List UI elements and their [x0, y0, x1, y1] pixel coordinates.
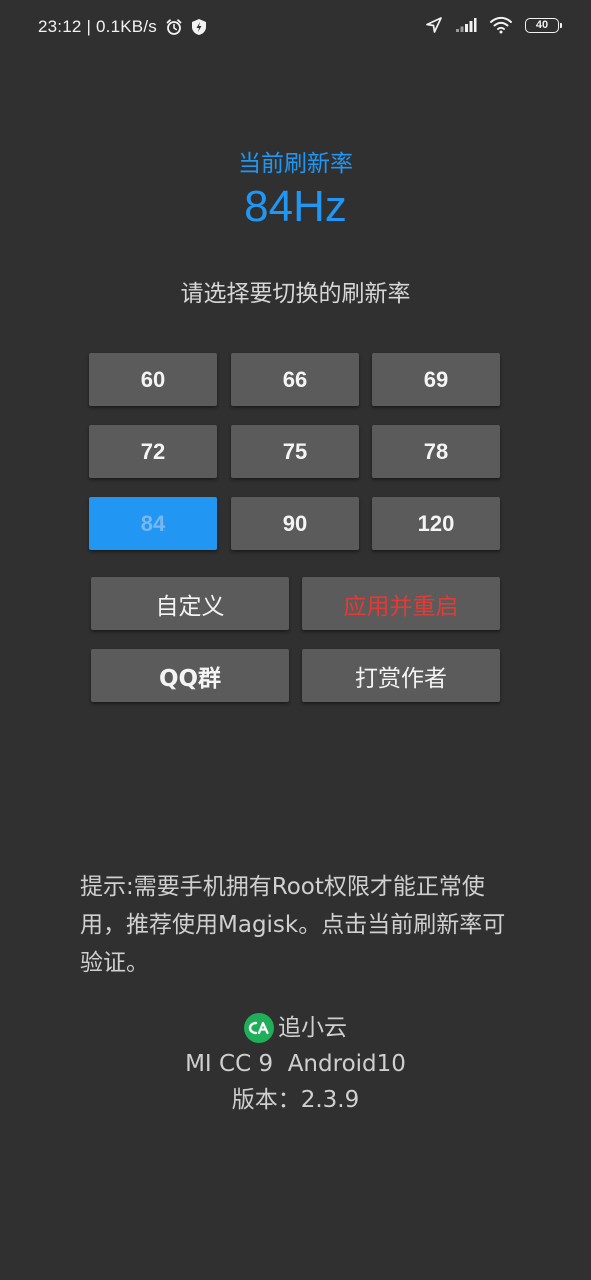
brand-logo-icon — [244, 1013, 274, 1043]
status-right: 40 — [413, 16, 562, 34]
status-time: 23:12 — [38, 17, 82, 36]
wifi-icon — [489, 16, 513, 34]
rate-button-84-selected[interactable]: 84 — [89, 497, 217, 550]
app-screen: 23:12 | 0.1KB/s 40 当前刷新率 84Hz 请选择要切换的刷新率… — [0, 0, 591, 1280]
custom-rate-button[interactable]: 自定义 — [91, 577, 289, 630]
brand[interactable]: 追小云 — [244, 1010, 347, 1046]
alarm-icon — [165, 18, 183, 36]
root-tip-text: 提示:需要手机拥有Root权限才能正常使用，推荐使用Magisk。点击当前刷新率… — [80, 874, 506, 976]
current-rate-label[interactable]: 当前刷新率 — [0, 144, 591, 178]
rate-button-66[interactable]: 66 — [231, 353, 359, 406]
status-left: 23:12 | 0.1KB/s — [38, 17, 207, 37]
rate-button-72[interactable]: 72 — [89, 425, 217, 478]
brand-name: 追小云 — [278, 1015, 347, 1041]
device-info: MI CC 9 Android10 — [185, 1051, 406, 1077]
rate-button-75[interactable]: 75 — [231, 425, 359, 478]
footer: 追小云 MI CC 9 Android10 版本：2.3.9 — [0, 1010, 591, 1118]
shield-bolt-icon — [191, 18, 207, 36]
status-bar: 23:12 | 0.1KB/s 40 — [0, 0, 591, 56]
status-network-speed: 0.1KB/s — [96, 17, 157, 36]
select-rate-prompt: 请选择要切换的刷新率 — [180, 281, 411, 307]
donate-button[interactable]: 打赏作者 — [302, 649, 500, 702]
rate-button-120[interactable]: 120 — [372, 497, 500, 550]
status-separator: | — [81, 17, 97, 36]
rate-button-69[interactable]: 69 — [372, 353, 500, 406]
rate-button-78[interactable]: 78 — [372, 425, 500, 478]
rate-button-60[interactable]: 60 — [89, 353, 217, 406]
location-arrow-icon — [425, 16, 443, 34]
battery-icon: 40 — [525, 17, 562, 33]
current-rate-value[interactable]: 84Hz — [0, 182, 591, 232]
apply-restart-button[interactable]: 应用并重启 — [302, 577, 500, 630]
signal-icon — [455, 17, 477, 33]
qq-group-button[interactable]: QQ群 — [91, 649, 289, 702]
rate-button-90[interactable]: 90 — [231, 497, 359, 550]
version-info: 版本：2.3.9 — [231, 1087, 360, 1113]
